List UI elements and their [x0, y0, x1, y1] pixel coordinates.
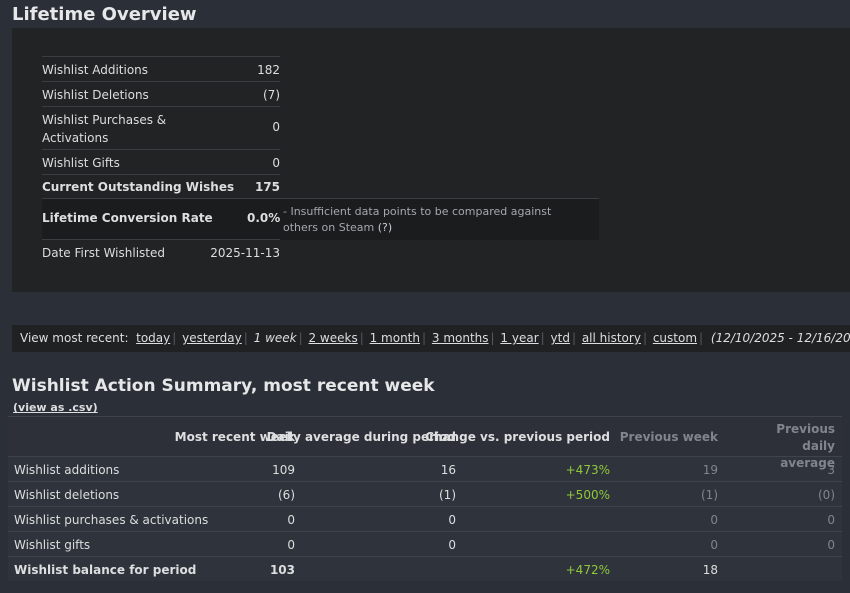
overview-label: Current Outstanding Wishes: [42, 180, 235, 194]
cell-previous-daily-average: 0: [827, 513, 835, 527]
cell-change: +473%: [565, 463, 610, 477]
overview-row-first-wishlisted: Date First Wishlisted 2025-11-13: [42, 239, 280, 264]
cell-previous-week: 19: [702, 463, 718, 477]
overview-row-purchases: Wishlist Purchases & Activations 0: [42, 106, 280, 149]
range-separator: |: [422, 331, 427, 345]
summary-table: Most recent week Daily average during pe…: [8, 416, 842, 581]
range-today-link[interactable]: today: [136, 331, 170, 345]
cell-most-recent-week: (6): [278, 488, 295, 502]
range-separator: |: [172, 331, 177, 345]
cell-most-recent-week: 109: [272, 463, 295, 477]
cell-daily-average: (1): [439, 488, 456, 502]
range-all-history-link[interactable]: all history: [582, 331, 641, 345]
range-current: 1 week: [253, 331, 297, 345]
range-1-year-link[interactable]: 1 year: [500, 331, 538, 345]
range-3-months-link[interactable]: 3 months: [432, 331, 489, 345]
range-separator: |: [490, 331, 495, 345]
cell-previous-daily-average: 3: [827, 463, 835, 477]
range-prefix: View most recent:: [20, 331, 129, 345]
range-separator: |: [699, 331, 704, 345]
conversion-note: - Insufficient data points to be compare…: [283, 204, 583, 236]
range-separator: |: [359, 331, 364, 345]
overview-label: Date First Wishlisted: [42, 246, 165, 260]
cell-daily-average: 0: [448, 538, 456, 552]
overview-label: Wishlist Deletions: [42, 88, 149, 102]
row-label: Wishlist deletions: [14, 488, 120, 502]
time-range-bar: View most recent: today | yesterday | 1 we…: [12, 325, 850, 352]
conversion-value: 0.0%: [247, 211, 281, 225]
range-dates: (12/10/2025 - 12/16/2025): [710, 331, 850, 345]
summary-title: Wishlist Action Summary, most recent wee…: [12, 376, 435, 396]
row-label: Wishlist gifts: [14, 538, 91, 552]
table-row: Wishlist additions 109 16 +473% 19 3: [8, 456, 842, 481]
cell-most-recent-week: 103: [269, 563, 295, 577]
cell-previous-week: 0: [710, 538, 718, 552]
conversion-note-text: - Insufficient data points to be compare…: [283, 205, 552, 234]
lifetime-overview-title: Lifetime Overview: [12, 4, 197, 25]
header-previous-week: Previous week: [619, 430, 718, 444]
row-label: Wishlist purchases & activations: [14, 513, 209, 527]
range-ytd-link[interactable]: ytd: [551, 331, 570, 345]
lifetime-overview-panel: Wishlist Additions 182 Wishlist Deletion…: [12, 28, 850, 292]
overview-row-outstanding: Current Outstanding Wishes 175: [42, 174, 280, 198]
overview-label: Wishlist Additions: [42, 63, 149, 77]
range-custom-link[interactable]: custom: [653, 331, 697, 345]
range-1-month-link[interactable]: 1 month: [370, 331, 420, 345]
cell-previous-week: (1): [701, 488, 718, 502]
table-row: Wishlist gifts 0 0 0 0: [8, 531, 842, 556]
table-row: Wishlist purchases & activations 0 0 0 0: [8, 506, 842, 531]
overview-row-gifts: Wishlist Gifts 0: [42, 149, 280, 174]
overview-row-deletions: Wishlist Deletions (7): [42, 81, 280, 106]
summary-header-row: Most recent week Daily average during pe…: [8, 416, 842, 470]
row-label: Wishlist balance for period: [14, 563, 197, 577]
help-link[interactable]: (?): [378, 221, 392, 234]
table-row-balance: Wishlist balance for period 103 +472% 18: [8, 556, 842, 581]
cell-previous-daily-average: (0): [818, 488, 835, 502]
range-separator: |: [642, 331, 647, 345]
overview-row-conversion: Lifetime Conversion Rate 0.0% - Insuffic…: [42, 198, 599, 240]
cell-change: +472%: [565, 563, 610, 577]
overview-label: Wishlist Gifts: [42, 156, 120, 170]
range-separator: |: [540, 331, 545, 345]
range-separator: |: [243, 331, 248, 345]
header-change: Change vs. previous period: [425, 430, 610, 444]
range-2-weeks-link[interactable]: 2 weeks: [308, 331, 357, 345]
overview-value: 0: [272, 120, 280, 134]
overview-value: 2025-11-13: [210, 246, 280, 260]
cell-most-recent-week: 0: [287, 538, 295, 552]
cell-most-recent-week: 0: [287, 513, 295, 527]
table-row: Wishlist deletions (6) (1) +500% (1) (0): [8, 481, 842, 506]
cell-previous-week: 18: [702, 563, 718, 577]
overview-label: Wishlist Purchases & Activations: [42, 113, 167, 145]
overview-row-additions: Wishlist Additions 182: [42, 56, 280, 81]
cell-previous-daily-average: 0: [827, 538, 835, 552]
overview-value: (7): [263, 88, 280, 102]
view-csv-link[interactable]: (view as .csv): [13, 401, 98, 414]
row-label: Wishlist additions: [14, 463, 120, 477]
overview-value: 0: [272, 156, 280, 170]
cell-change: +500%: [565, 488, 610, 502]
cell-daily-average: 0: [448, 513, 456, 527]
range-separator: |: [571, 331, 576, 345]
cell-daily-average: 16: [440, 463, 456, 477]
range-separator: |: [298, 331, 303, 345]
conversion-label: Lifetime Conversion Rate: [42, 211, 213, 225]
overview-value: 175: [254, 180, 280, 194]
cell-previous-week: 0: [710, 513, 718, 527]
range-yesterday-link[interactable]: yesterday: [182, 331, 242, 345]
overview-value: 182: [257, 63, 280, 77]
